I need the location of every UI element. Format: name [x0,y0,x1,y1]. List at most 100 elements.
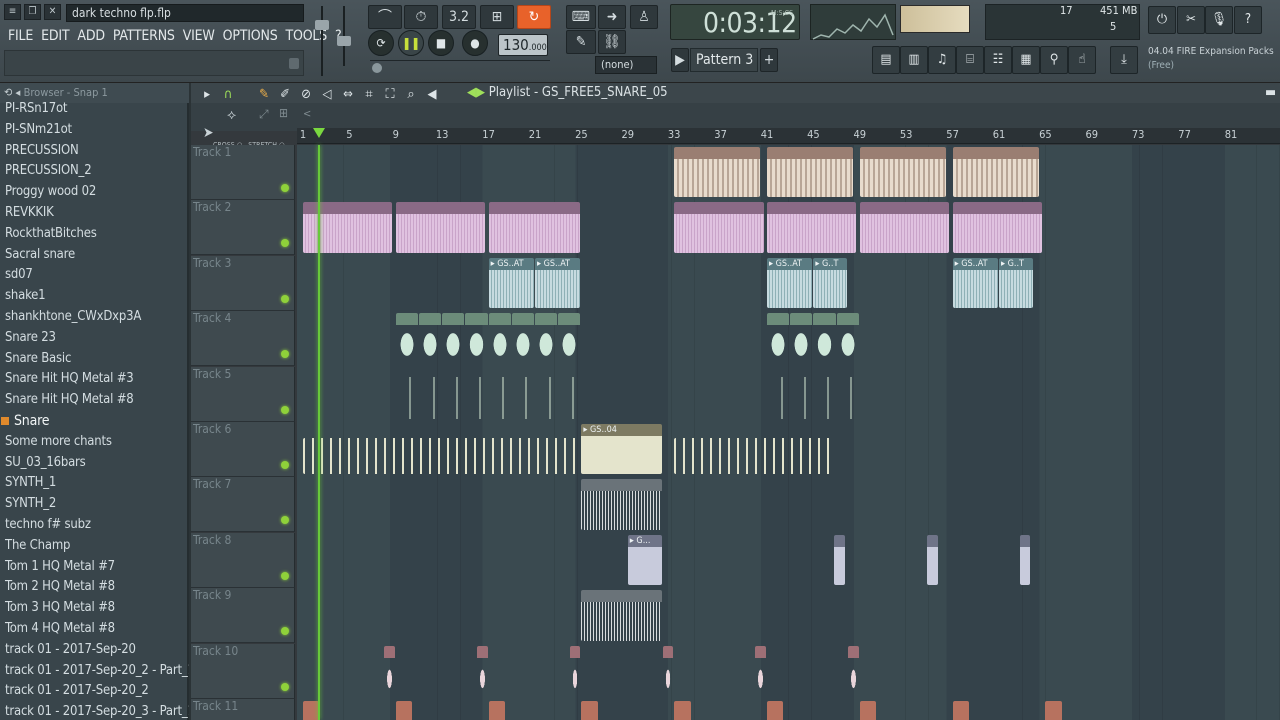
browser-item[interactable]: Sacral snare [0,245,189,266]
tempo-display[interactable]: 130.000 [498,34,548,56]
browser-item[interactable]: SYNTH_1 [0,473,189,494]
pattern-prev-icon[interactable]: ▶ [671,48,689,72]
piano-roll-icon[interactable]: ♫ [928,46,956,74]
plugin-icon[interactable]: ⚲ [1040,46,1068,74]
playlist-clip[interactable] [303,202,393,253]
lock-icon[interactable] [289,58,299,69]
menu-options[interactable]: OPTIONS [219,26,282,46]
browser-item[interactable]: Snare Hit HQ Metal #8 [0,390,189,411]
track-mute-led[interactable] [281,294,289,303]
playlist-clip[interactable] [523,376,530,419]
power-icon[interactable]: ⏻ [1148,6,1176,34]
playlist-clip[interactable] [662,645,674,696]
track-header[interactable]: Track 6 [191,422,295,477]
playlist-clip[interactable]: ▸ G... [627,534,662,586]
playlist-clip[interactable] [303,701,320,720]
playlist-clip[interactable] [674,701,691,720]
playlist-clip[interactable] [477,376,483,419]
microphone-icon[interactable]: 🎙 [1205,6,1233,34]
playlist-clip[interactable]: ▸ GS..04 [581,424,662,475]
browser-item[interactable]: track 01 - 2017-Sep-20_2 [0,681,189,702]
track-header[interactable]: Track 11 [191,699,295,720]
playlist-clip[interactable] [859,147,946,198]
playlist-clip[interactable] [465,313,488,364]
playlist-clip[interactable]: ▸ GS..AT [488,257,534,309]
track-mute-led[interactable] [281,682,289,691]
slice-icon[interactable]: ⌗ [361,85,377,105]
browser-folder[interactable]: Snare [0,411,189,432]
playlist-clip[interactable] [674,147,761,198]
browser-item[interactable]: RockthatBitches [0,224,189,245]
playlist-menu-icon[interactable]: ▸ [199,85,215,105]
playlist-clip[interactable] [511,313,534,364]
playlist-clip[interactable] [767,313,790,364]
browser-item[interactable]: REVKKIK [0,203,189,224]
browser-item[interactable]: shankhtone_CWxDxp3A [0,307,189,328]
browser-item[interactable]: The Champ [0,536,189,557]
playlist-clip[interactable] [384,645,395,696]
pattern-selector[interactable]: Pattern 3 [690,48,758,72]
cut-icon[interactable]: ✂ [1177,6,1205,34]
playlist-icon[interactable]: ▤ [872,46,900,74]
playlist-clip[interactable] [395,202,486,253]
playlist-minimize-icon[interactable]: ▬ [1265,83,1276,103]
playlist-clip[interactable] [477,645,488,696]
position-scrubber[interactable] [370,60,550,74]
playlist-clip[interactable] [1019,534,1031,586]
browser-item[interactable]: Snare Basic [0,349,189,370]
mixer-icon[interactable]: ☷ [984,46,1012,74]
playlist-clip[interactable] [303,438,582,474]
touch-icon[interactable]: ☝ [1068,46,1096,74]
track-mute-led[interactable] [281,405,289,414]
track-mute-led[interactable] [281,239,289,248]
track-mute-led[interactable] [281,461,289,469]
browser-item[interactable]: Tom 1 HQ Metal #7 [0,557,189,578]
playlist-clip[interactable] [453,376,460,419]
menu-patterns[interactable]: PATTERNS [109,26,179,46]
playlist-clip[interactable] [395,313,418,364]
typing-keyboard-icon[interactable]: ⌨ [566,5,596,29]
playlist-clip[interactable] [1045,701,1062,720]
add-pattern-icon[interactable]: + [760,48,778,72]
playlist-clip[interactable] [581,701,598,720]
menu-icon[interactable]: ≡ [4,4,21,20]
track-header[interactable]: Track 10 [191,643,295,699]
browser-item[interactable]: SYNTH_2 [0,494,189,515]
stretch-icon[interactable]: ⟡ [227,107,236,123]
track-mute-led[interactable] [281,571,289,580]
mute-icon[interactable]: ◁ [319,85,335,105]
playlist-clip[interactable] [488,202,581,253]
track-header[interactable]: Track 5 [191,366,295,422]
browser-item[interactable]: techno f# subz [0,515,189,536]
select-icon[interactable]: ⛶ [382,85,398,105]
browser-item[interactable]: sd07 [0,265,189,286]
playlist-clip[interactable]: ▸ G..T [999,257,1033,309]
playlist-clip[interactable] [546,376,553,419]
playlist-clip[interactable] [927,534,938,586]
back-arrow-icon[interactable]: ⟲ ◂ [4,86,20,99]
playlist-clip[interactable] [952,701,969,720]
menu-view[interactable]: VIEW [179,26,219,46]
playhead-marker[interactable] [313,128,325,138]
master-pitch-slider[interactable] [337,6,351,66]
playlist-clip[interactable] [569,376,576,419]
playlist-clip[interactable] [825,376,831,419]
browser-item[interactable]: PI-RSn17ot [0,99,189,120]
track-header[interactable]: Track 2 [191,200,295,256]
loop-record-icon[interactable]: ↻ [517,5,551,29]
browser-item[interactable]: PRECUSSION_2 [0,161,189,182]
browser-icon[interactable]: ⌸ [956,46,984,74]
arrow-right-icon[interactable]: ➜ [598,5,626,29]
playlist-clip[interactable] [430,376,437,419]
pencil-link-icon[interactable]: ✎ [566,30,596,54]
browser-item[interactable]: Snare Hit HQ Metal #3 [0,369,189,390]
playlist-clip[interactable]: ▸ GS..AT [535,257,581,309]
browser-item[interactable]: track 01 - 2017-Sep-20 [0,640,189,661]
delete-icon[interactable]: ⊘ [298,85,314,105]
song-time-display[interactable]: 0:03:12 M:S:CS [670,4,800,40]
pattern-arrow-icon[interactable]: ◀▶ [467,85,489,100]
close-icon[interactable]: ✕ [44,4,61,20]
metronome-icon[interactable]: ⌒ [368,5,402,29]
multilink-icon[interactable]: ♙ [630,5,658,29]
track-mute-led[interactable] [281,516,289,525]
